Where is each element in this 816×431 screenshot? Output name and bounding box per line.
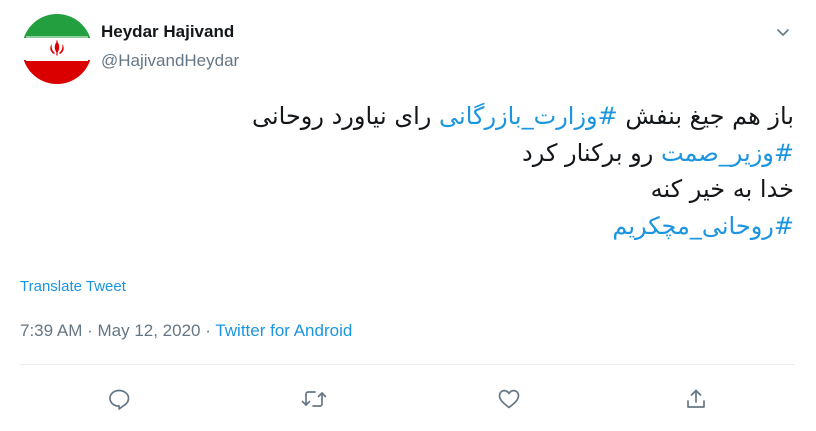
tweet-text-segment: باز هم جیغ بنفش [617,102,794,130]
tweet-date[interactable]: May 12, 2020 [97,321,200,340]
tweet-text-segment: رای نیاورد روحانی [251,102,440,130]
chevron-down-icon[interactable] [773,22,793,42]
iran-flag-icon [22,14,92,84]
user-handle[interactable]: @HajivandHeydar [101,51,239,71]
hashtag-link[interactable]: #روحانی_مچکریم [612,212,794,240]
tweet-source-link[interactable]: Twitter for Android [215,321,352,340]
retweet-icon[interactable] [300,385,328,413]
share-icon[interactable] [682,385,710,413]
tweet-text-segment: رو برکنار کرد [522,138,661,167]
tweet-time[interactable]: 7:39 AM [20,321,82,340]
like-icon[interactable] [495,385,523,413]
reply-icon[interactable] [105,385,133,413]
tweet-line: #روحانی_مچکریم [34,208,794,245]
hashtag-link[interactable]: #وزارت_بازرگانی [439,102,618,130]
tweet-line: #وزیر_صمت رو برکنار کرد [34,135,794,172]
user-name[interactable]: Heydar Hajivand [101,22,234,42]
avatar[interactable] [22,14,92,84]
divider [20,364,794,365]
meta-separator: · [200,321,216,340]
tweet-meta: 7:39 AM · May 12, 2020 · Twitter for And… [20,321,352,341]
meta-separator: · [82,321,98,340]
tweet-line: باز هم جیغ بنفش #وزارت_بازرگانی رای نیاو… [34,98,794,135]
hashtag-link[interactable]: #وزیر_صمت [661,139,794,167]
tweet-line: خدا به خیر کنه [650,175,794,203]
tweet-text: باز هم جیغ بنفش #وزارت_بازرگانی رای نیاو… [34,98,794,244]
translate-tweet-link[interactable]: Translate Tweet [20,278,126,295]
